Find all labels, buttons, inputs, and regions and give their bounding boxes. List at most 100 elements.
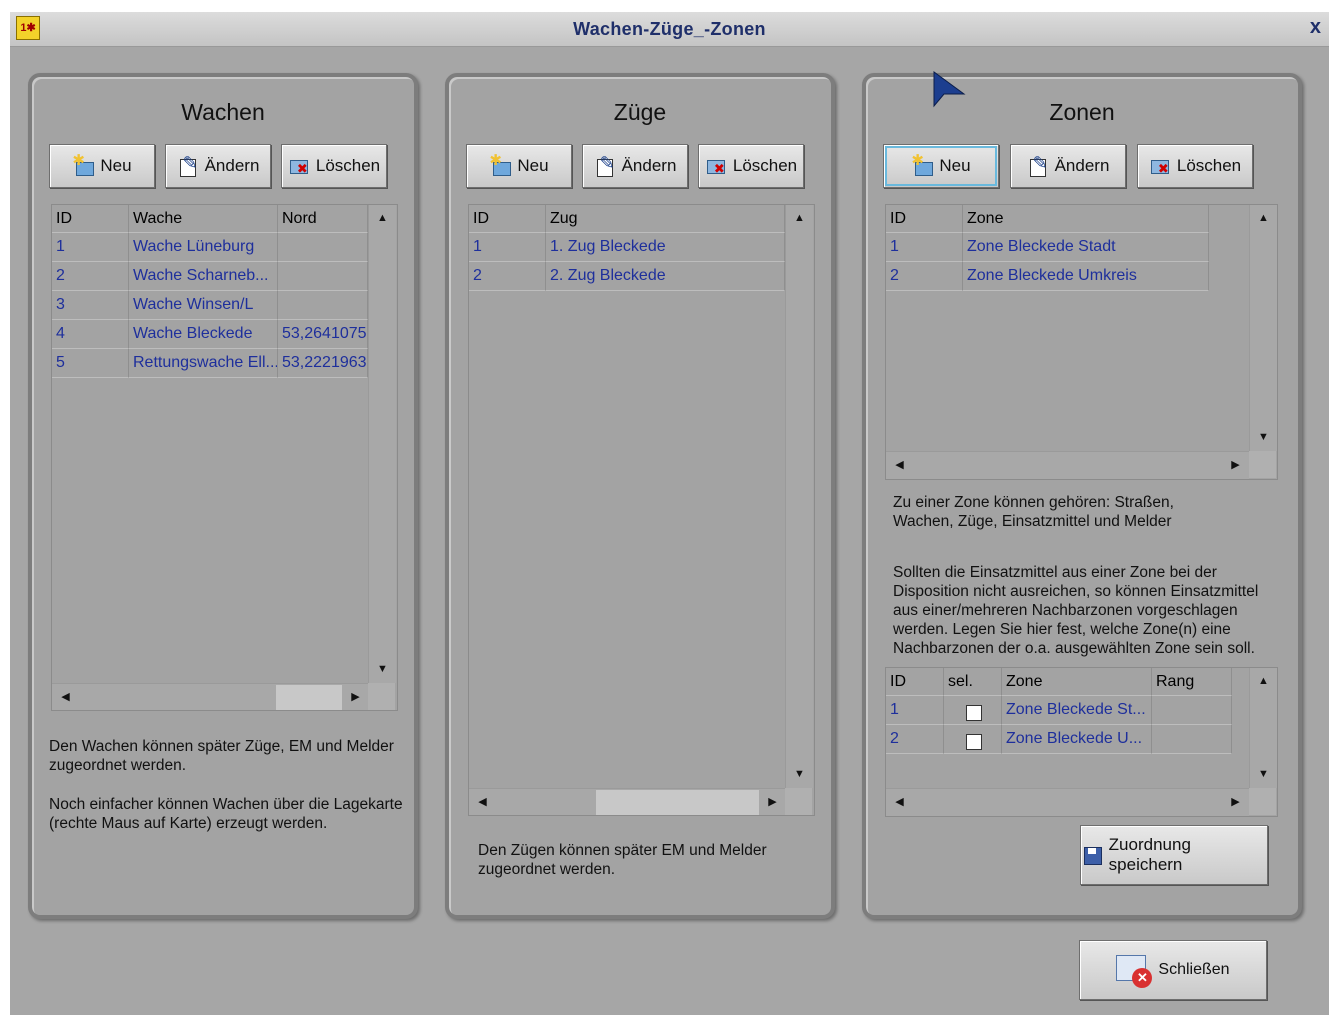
column-header[interactable]: ID: [886, 668, 944, 696]
window-left-edge: [0, 0, 10, 1015]
wachen-note-2: Noch einfacher können Wachen über die La…: [49, 796, 403, 832]
delete-icon: [288, 155, 310, 177]
column-header[interactable]: ID: [886, 205, 963, 233]
zuege-edit-button[interactable]: Ändern: [582, 144, 688, 188]
save-assignment-button[interactable]: Zuordnung speichern: [1080, 825, 1268, 885]
window-top-edge: [0, 0, 1329, 12]
horizontal-scrollbar[interactable]: ◀ ▶: [886, 788, 1249, 816]
delete-label: Löschen: [1176, 156, 1242, 175]
column-header[interactable]: Zone: [963, 205, 1209, 233]
cell-wache: Wache Scharneb...: [129, 262, 278, 291]
scroll-right-icon[interactable]: ▶: [1222, 789, 1249, 816]
vertical-scrollbar[interactable]: ▲ ▼: [1249, 205, 1277, 451]
wachen-edit-button[interactable]: Ändern: [165, 144, 271, 188]
edit-icon: [177, 153, 199, 177]
save-assignment-label: Zuordnung speichern: [1108, 835, 1191, 874]
scroll-left-icon[interactable]: ◀: [886, 452, 913, 479]
vertical-scrollbar[interactable]: ▲ ▼: [1249, 668, 1277, 788]
vertical-scrollbar[interactable]: ▲ ▼: [785, 205, 813, 788]
scroll-corner: [1249, 788, 1276, 815]
horizontal-scrollbar[interactable]: ◀ ▶: [886, 451, 1249, 479]
cell-rang: [1152, 696, 1232, 725]
cell-id: 2: [52, 262, 129, 291]
cell-id: 1: [469, 233, 546, 262]
cell-wache: Wache Winsen/L: [129, 291, 278, 320]
cell-wache: Rettungswache Ell...: [129, 349, 278, 378]
horizontal-scrollbar[interactable]: ◀ ▶: [52, 683, 369, 710]
cell-nord: 53,2221963: [278, 349, 368, 378]
new-label: Neu: [100, 156, 132, 175]
zuege-note: Den Zügen können später EM und Melder zu…: [478, 842, 767, 878]
column-header[interactable]: sel.: [944, 668, 1002, 696]
zonen-title: Zonen: [1049, 99, 1115, 125]
new-label: Neu: [517, 156, 549, 175]
scroll-right-icon[interactable]: ▶: [759, 789, 786, 815]
cell-zug: 2. Zug Bleckede: [546, 262, 785, 291]
scroll-thumb[interactable]: [596, 790, 759, 815]
column-header[interactable]: Wache: [129, 205, 278, 233]
scroll-right-icon[interactable]: ▶: [342, 684, 369, 710]
wachen-delete-button[interactable]: Löschen: [281, 144, 387, 188]
wachen-new-button[interactable]: Neu: [49, 144, 155, 188]
scroll-corner: [368, 683, 395, 710]
zonen-note-1: Zu einer Zone können gehören: Straßen, W…: [893, 494, 1174, 530]
scroll-down-icon[interactable]: ▼: [786, 761, 813, 788]
close-button[interactable]: Schließen: [1079, 940, 1267, 1000]
close-window-icon[interactable]: x: [1310, 16, 1321, 39]
edit-label: Ändern: [204, 156, 260, 175]
scroll-corner: [1249, 451, 1276, 478]
cell-id: 1: [886, 696, 944, 725]
cell-nord: [278, 233, 368, 262]
edit-icon: [594, 153, 616, 177]
cell-nord: [278, 291, 368, 320]
column-header[interactable]: Zug: [546, 205, 785, 233]
edit-label: Ändern: [1054, 156, 1110, 175]
vertical-scrollbar[interactable]: ▲ ▼: [368, 205, 396, 683]
window-title: Wachen-Züge_-Zonen: [573, 19, 766, 39]
cell-nord: [278, 262, 368, 291]
delete-icon: [705, 155, 727, 177]
scroll-down-icon[interactable]: ▼: [1250, 424, 1277, 451]
wachen-note-1: Den Wachen können später Züge, EM und Me…: [49, 738, 394, 774]
scroll-down-icon[interactable]: ▼: [1250, 761, 1277, 788]
select-checkbox[interactable]: [966, 705, 982, 721]
zuege-new-button[interactable]: Neu: [466, 144, 572, 188]
cell-zone: Zone Bleckede Umkreis: [963, 262, 1209, 291]
scroll-up-icon[interactable]: ▲: [369, 205, 396, 232]
column-header[interactable]: Zone: [1002, 668, 1152, 696]
new-label: Neu: [939, 156, 971, 175]
delete-label: Löschen: [732, 156, 798, 175]
new-icon: [911, 151, 934, 177]
zonen-new-button[interactable]: Neu: [883, 144, 999, 188]
column-header[interactable]: Nord: [278, 205, 368, 233]
nachbarzonen-grid: ID sel. Zone Rang 1 Zone Bleckede St... …: [885, 667, 1278, 817]
cell-id: 4: [52, 320, 129, 349]
cell-wache: Wache Lüneburg: [129, 233, 278, 262]
scroll-left-icon[interactable]: ◀: [52, 684, 79, 710]
column-header[interactable]: ID: [469, 205, 546, 233]
column-header[interactable]: ID: [52, 205, 129, 233]
scroll-left-icon[interactable]: ◀: [886, 789, 913, 816]
scroll-up-icon[interactable]: ▲: [1250, 668, 1277, 695]
scroll-up-icon[interactable]: ▲: [1250, 205, 1277, 232]
zonen-grid: ID Zone 1 Zone Bleckede Stadt 2 Zone Ble…: [885, 204, 1278, 480]
horizontal-scrollbar[interactable]: ◀ ▶: [469, 788, 786, 815]
scroll-left-icon[interactable]: ◀: [469, 789, 496, 815]
zuege-delete-button[interactable]: Löschen: [698, 144, 804, 188]
select-checkbox[interactable]: [966, 734, 982, 750]
zonen-edit-button[interactable]: Ändern: [1010, 144, 1126, 188]
zonen-panel: Zonen Neu Ändern Löschen ID Zone 1 Zone …: [862, 73, 1302, 919]
scroll-down-icon[interactable]: ▼: [369, 656, 396, 683]
scroll-corner: [785, 788, 812, 815]
cell-id: 3: [52, 291, 129, 320]
scroll-thumb[interactable]: [276, 685, 342, 710]
scroll-up-icon[interactable]: ▲: [786, 205, 813, 232]
cell-id: 2: [886, 725, 944, 754]
scroll-right-icon[interactable]: ▶: [1222, 452, 1249, 479]
close-icon: [1116, 953, 1153, 988]
delete-icon: [1149, 155, 1171, 177]
column-header[interactable]: Rang: [1152, 668, 1232, 696]
wachen-panel: Wachen Neu Ändern Löschen ID Wache Nord …: [28, 73, 418, 919]
new-icon: [489, 151, 512, 177]
zonen-delete-button[interactable]: Löschen: [1137, 144, 1253, 188]
